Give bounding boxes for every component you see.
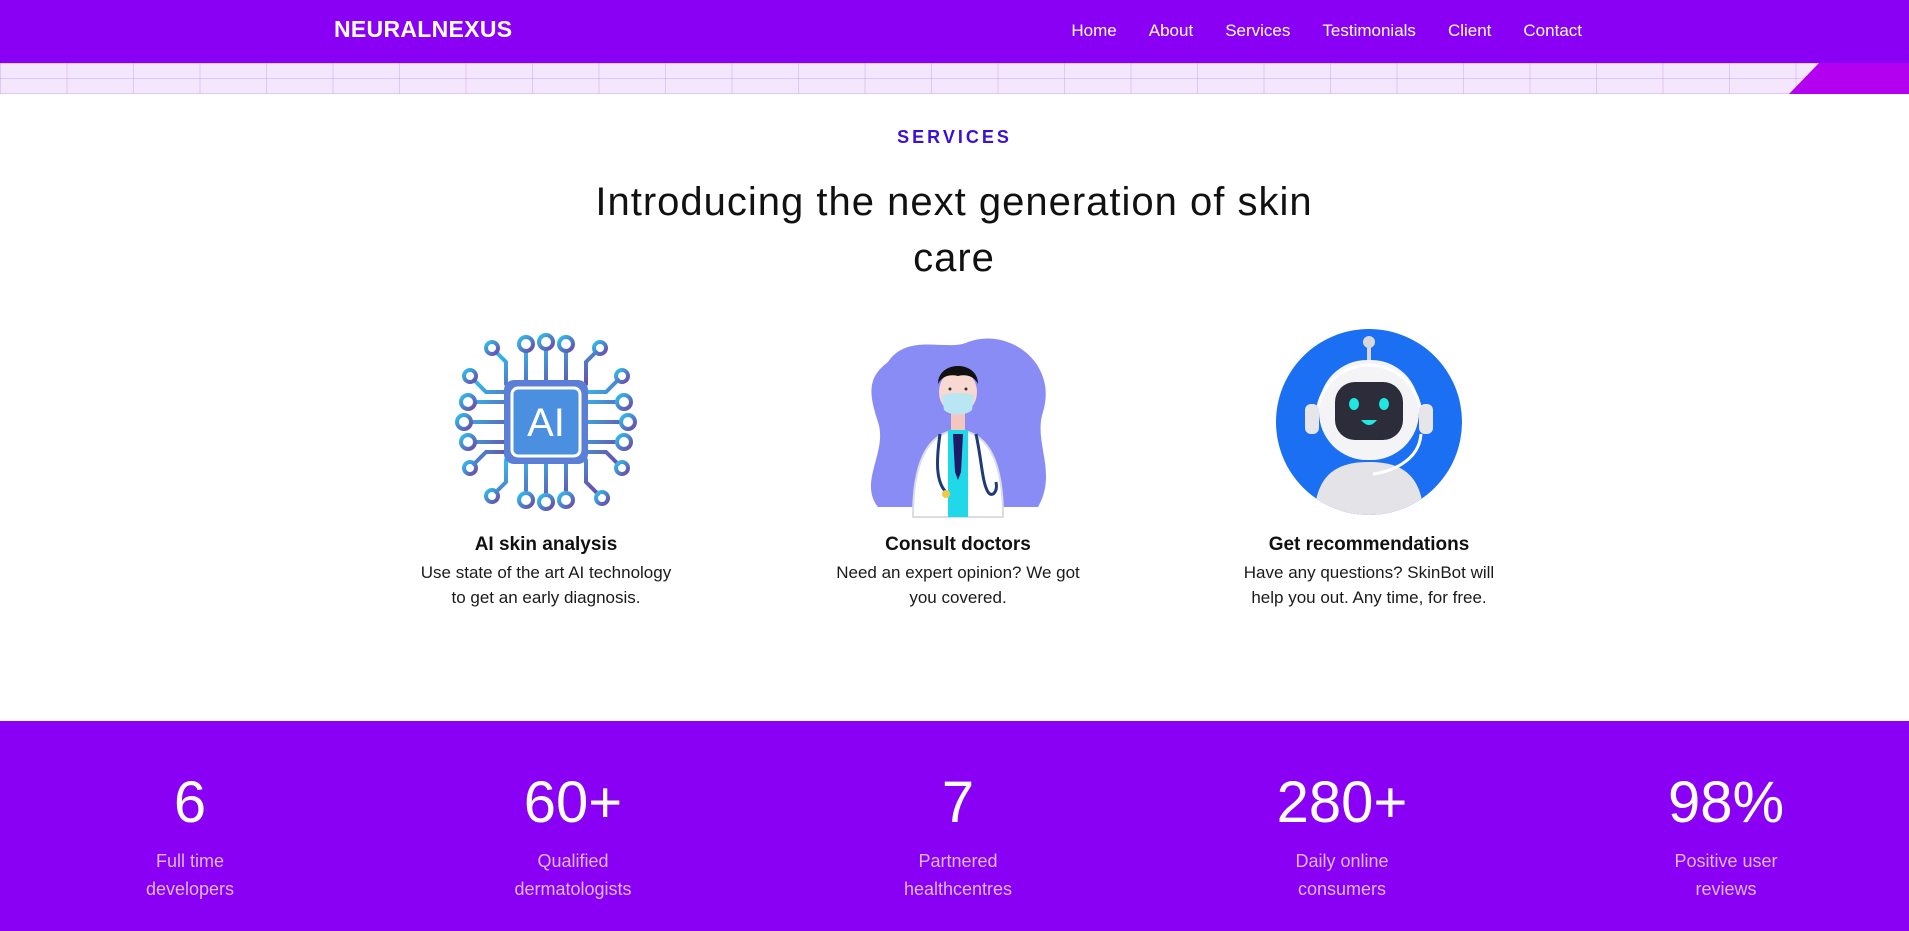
stat-value: 7 <box>941 770 975 835</box>
ai-chip-icon: AI <box>455 333 637 511</box>
nav-contact[interactable]: Contact <box>1523 21 1582 41</box>
nav-home[interactable]: Home <box>1071 21 1116 41</box>
nav-testimonials[interactable]: Testimonials <box>1322 21 1416 41</box>
card-description: Need an expert opinion? We got you cover… <box>836 563 1080 607</box>
stat-value: 280+ <box>1276 770 1408 835</box>
stat-dermatologists: 60+ Qualified dermatologists <box>443 771 703 903</box>
stat-label: Positive user reviews <box>1674 851 1778 899</box>
robot-icon <box>1276 329 1462 515</box>
service-card-ai-analysis: AI AI skin analysis Use state of the art… <box>396 322 696 610</box>
stat-label: Daily online consumers <box>1295 851 1389 899</box>
stat-label: Partnered healthcentres <box>903 851 1013 899</box>
decorative-corner <box>1789 63 1909 94</box>
service-card-consult-doctors: Consult doctors Need an expert opinion? … <box>808 322 1108 610</box>
card-description: Have any questions? SkinBot will help yo… <box>1243 563 1495 607</box>
nav-links: Home About Services Testimonials Client … <box>1071 21 1582 41</box>
stat-label: Qualified dermatologists <box>514 851 632 899</box>
section-eyebrow: SERVICES <box>897 127 1012 147</box>
stat-developers: 6 Full time developers <box>60 771 320 903</box>
card-title: AI skin analysis <box>474 534 618 555</box>
decorative-grid-strip <box>0 63 1909 94</box>
doctor-icon <box>870 338 1047 518</box>
nav-services[interactable]: Services <box>1225 21 1290 41</box>
stat-label: Full time developers <box>145 851 235 899</box>
brand-logo[interactable]: NEURALNEXUS <box>334 16 512 43</box>
stat-value: 98% <box>1667 770 1785 835</box>
stats-band: 6 Full time developers 60+ Qualified der… <box>0 721 1909 931</box>
card-title: Consult doctors <box>885 534 1031 555</box>
stat-consumers: 280+ Daily online consumers <box>1212 771 1472 903</box>
stat-reviews: 98% Positive user reviews <box>1596 771 1856 903</box>
card-title: Get recommendations <box>1268 534 1470 555</box>
service-card-recommendations: Get recommendations Have any questions? … <box>1219 322 1519 610</box>
top-nav: NEURALNEXUS Home About Services Testimon… <box>0 0 1909 63</box>
stat-healthcentres: 7 Partnered healthcentres <box>828 771 1088 903</box>
stat-value: 60+ <box>523 770 623 835</box>
card-description: Use state of the art AI technology to ge… <box>420 563 672 607</box>
stat-value: 6 <box>173 770 207 835</box>
svg-text:AI: AI <box>527 401 565 445</box>
section-headline: Introducing the next generation of skin … <box>595 180 1313 280</box>
nav-about[interactable]: About <box>1149 21 1193 41</box>
nav-client[interactable]: Client <box>1448 21 1491 41</box>
